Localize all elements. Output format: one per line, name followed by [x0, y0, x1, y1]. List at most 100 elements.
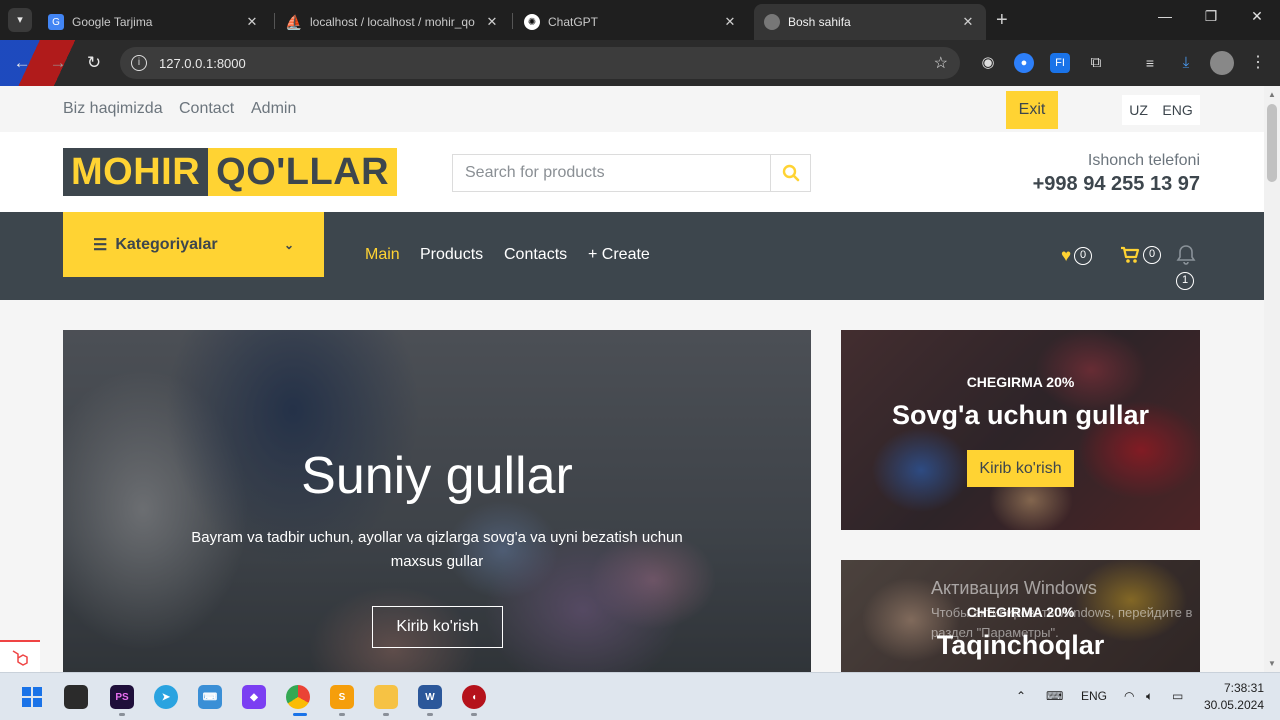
phpstorm-icon[interactable]: PS: [110, 685, 134, 709]
close-window-icon[interactable]: ✕: [1242, 8, 1272, 25]
nav-products[interactable]: Products: [420, 246, 483, 264]
tab-phpmyadmin[interactable]: ⛵ localhost / localhost / mohir_qo ✕: [276, 4, 510, 40]
back-icon[interactable]: ←: [10, 51, 34, 75]
media-control-icon[interactable]: ≡: [1140, 53, 1160, 73]
exit-button[interactable]: Exit: [1006, 91, 1058, 129]
volume-icon[interactable]: 🔈︎: [1146, 689, 1153, 704]
trust-phone-number: +998 94 255 13 97: [1032, 173, 1200, 195]
active-indicator: [293, 713, 307, 716]
offer-content: CHEGIRMA 20% Sovg'a uchun gullar Kirib k…: [841, 330, 1200, 530]
running-indicator: [427, 713, 433, 716]
address-bar[interactable]: i 127.0.0.1:8000 ☆: [120, 47, 960, 79]
lang-uz-option[interactable]: UZ: [1129, 102, 1148, 118]
contact-link[interactable]: Contact: [179, 100, 234, 118]
telegram-icon[interactable]: ➤: [154, 685, 178, 709]
hero-carousel: Suniy gullar Bayram va tadbir uchun, ayo…: [63, 330, 811, 672]
media-app-icon[interactable]: ◖: [462, 685, 486, 709]
tab-google-translate[interactable]: G Google Tarjima ✕: [38, 4, 270, 40]
wishlist-button[interactable]: ♥ 0: [1061, 246, 1093, 266]
notification-count-badge: 1: [1176, 272, 1194, 290]
language-switcher: UZ ENG: [1122, 95, 1200, 125]
page-scrollbar[interactable]: ▲ ▼: [1264, 86, 1280, 672]
tab-chatgpt[interactable]: ✺ ChatGPT ✕: [514, 4, 748, 40]
nav-create[interactable]: + Create: [588, 246, 650, 264]
tray-overflow-icon[interactable]: ⌃: [1016, 689, 1026, 703]
battery-icon[interactable]: ▭: [1172, 689, 1183, 703]
visual-studio-icon[interactable]: ◆: [242, 685, 266, 709]
close-tab-icon[interactable]: ✕: [722, 14, 738, 30]
task-view-icon[interactable]: [64, 685, 88, 709]
tab-separator: [512, 13, 513, 29]
keyboard-app-icon[interactable]: ⌨: [198, 685, 222, 709]
new-tab-icon[interactable]: +: [996, 9, 1008, 32]
chatgpt-icon: ✺: [524, 14, 540, 30]
camera-extension-icon[interactable]: ◉: [978, 53, 998, 73]
close-tab-icon[interactable]: ✕: [484, 14, 500, 30]
extensions-puzzle-icon[interactable]: ⧉: [1086, 53, 1106, 73]
running-indicator: [119, 713, 125, 716]
wifi-icon[interactable]: ◠: [1124, 689, 1134, 703]
windows-start-icon[interactable]: [20, 685, 44, 709]
nav-main[interactable]: Main: [365, 246, 400, 264]
offer-title: Sovg'a uchun gullar: [892, 400, 1149, 430]
lang-eng-option[interactable]: ENG: [1162, 102, 1192, 118]
forward-icon[interactable]: →: [46, 51, 70, 75]
profile-avatar[interactable]: [1210, 51, 1234, 75]
bell-icon: [1176, 245, 1196, 265]
scrollbar-thumb[interactable]: [1267, 104, 1277, 182]
running-indicator: [339, 713, 345, 716]
scroll-up-icon[interactable]: ▲: [1268, 90, 1276, 99]
clock-time: 7:38:31: [1223, 681, 1264, 695]
tab-search-menu-icon[interactable]: ▾: [8, 8, 32, 32]
bookmark-star-icon[interactable]: ☆: [934, 53, 948, 73]
sublime-icon[interactable]: S: [330, 685, 354, 709]
scroll-down-icon[interactable]: ▼: [1268, 659, 1276, 668]
search-button[interactable]: [770, 155, 810, 191]
hero-view-button[interactable]: Kirib ko'rish: [372, 606, 503, 648]
clock-date: 30.05.2024: [1203, 698, 1264, 712]
offer-discount: CHEGIRMA 20%: [966, 374, 1075, 390]
site-logo[interactable]: MOHIR QO'LLAR: [63, 148, 398, 196]
laravel-debug-button[interactable]: [0, 640, 40, 672]
main-navbar: ☰ Kategoriyalar ⌄ Main Products Contacts…: [0, 212, 1264, 300]
keyboard-layout-icon[interactable]: ⌨: [1046, 689, 1063, 703]
browser-menu-icon[interactable]: ⋮: [1248, 53, 1268, 73]
url-text[interactable]: 127.0.0.1:8000: [159, 56, 246, 71]
download-icon[interactable]: ⤓: [1176, 53, 1196, 73]
fi-extension-icon[interactable]: FI: [1050, 53, 1070, 73]
site-info-icon[interactable]: i: [131, 55, 147, 71]
minimize-icon[interactable]: —: [1150, 8, 1180, 24]
trust-phone-label: Ishonch telefoni: [1087, 152, 1200, 169]
admin-link[interactable]: Admin: [251, 100, 296, 118]
chrome-icon[interactable]: [286, 685, 310, 709]
reload-icon[interactable]: ↻: [82, 51, 106, 75]
categories-dropdown[interactable]: ☰ Kategoriyalar ⌄: [63, 212, 324, 277]
extension-icon[interactable]: ●: [1014, 53, 1034, 73]
search-input[interactable]: [453, 155, 770, 191]
tab-bosh-sahifa[interactable]: Bosh sahifa ✕: [754, 4, 986, 40]
heart-icon: ♥: [1061, 246, 1072, 265]
browser-toolbar: ← → ↻ i 127.0.0.1:8000 ☆ ◉ ● FI ⧉ ≡ ⤓ ⋮: [0, 40, 1280, 86]
offer-view-button[interactable]: Kirib ko'rish: [967, 450, 1074, 487]
tab-separator: [274, 13, 275, 29]
restore-icon[interactable]: ❐: [1196, 8, 1226, 25]
browser-tabstrip: ▾ G Google Tarjima ✕ ⛵ localhost / local…: [0, 0, 1280, 40]
site-header: MOHIR QO'LLAR Ishonch telefoni +998 94 2…: [0, 132, 1264, 212]
globe-icon: [764, 14, 780, 30]
cart-button[interactable]: 0: [1120, 246, 1161, 264]
about-link[interactable]: Biz haqimizda: [63, 100, 163, 118]
hero-content: Suniy gullar Bayram va tadbir uchun, ayo…: [63, 330, 811, 672]
site-topbar: Biz haqimizda Contact Admin Exit UZ ENG: [0, 86, 1264, 132]
notifications-button[interactable]: 1: [1176, 244, 1196, 290]
file-explorer-icon[interactable]: [374, 685, 398, 709]
close-tab-icon[interactable]: ✕: [960, 14, 976, 30]
close-tab-icon[interactable]: ✕: [244, 14, 260, 30]
word-icon[interactable]: W: [418, 685, 442, 709]
chevron-down-icon: ⌄: [283, 237, 294, 252]
input-language[interactable]: ENG: [1081, 689, 1107, 703]
laravel-icon: [12, 650, 28, 666]
system-clock[interactable]: 7:38:31 30.05.2024: [1196, 680, 1264, 714]
cart-count-badge: 0: [1143, 246, 1161, 264]
menu-bars-icon: ☰: [93, 236, 108, 254]
nav-contacts[interactable]: Contacts: [504, 246, 567, 264]
